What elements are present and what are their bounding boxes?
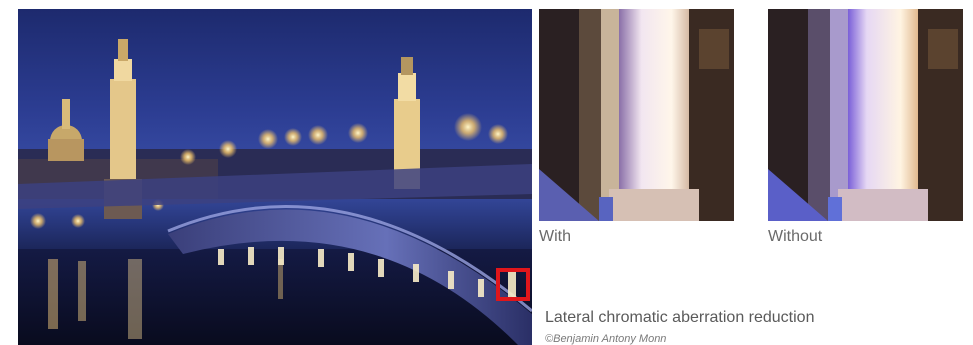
pillar-crop-without bbox=[768, 9, 963, 221]
crop-without-correction bbox=[768, 9, 963, 221]
with-label: With bbox=[539, 228, 571, 245]
photo-credit: ©Benjamin Antony Monn bbox=[545, 333, 667, 345]
crop-highlight-box bbox=[496, 268, 530, 301]
bridge-night-photo bbox=[18, 9, 532, 345]
without-label: Without bbox=[768, 228, 823, 245]
pillar-crop-with bbox=[539, 9, 734, 221]
bridge-scene bbox=[18, 39, 532, 345]
crop-with-correction bbox=[539, 9, 734, 221]
figure-caption: Lateral chromatic aberration reduction bbox=[545, 309, 815, 326]
